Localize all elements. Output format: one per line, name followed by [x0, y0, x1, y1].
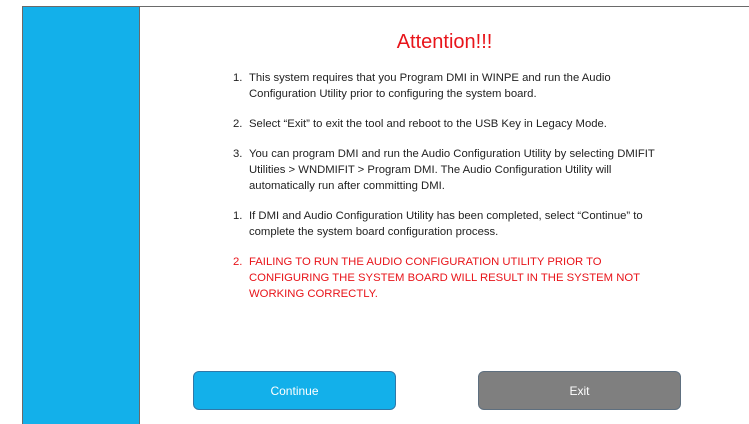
instruction-list: 1. This system requires that you Program…	[233, 70, 673, 316]
instruction-item: 3. You can program DMI and run the Audio…	[233, 146, 673, 194]
instruction-text: You can program DMI and run the Audio Co…	[249, 148, 655, 192]
warning-item: 2. FAILING TO RUN THE AUDIO CONFIGURATIO…	[233, 254, 673, 302]
instruction-item: 2. Select “Exit” to exit the tool and re…	[233, 116, 673, 132]
warning-number: 2.	[233, 256, 243, 268]
exit-button[interactable]: Exit	[478, 371, 681, 410]
warning-text: FAILING TO RUN THE AUDIO CONFIGURATION U…	[249, 256, 640, 300]
sidebar-panel	[23, 7, 140, 424]
instruction-item: 1. This system requires that you Program…	[233, 70, 673, 102]
continue-button[interactable]: Continue	[193, 371, 396, 410]
instruction-item: 1. If DMI and Audio Configuration Utilit…	[233, 208, 673, 240]
instruction-number: 1.	[233, 210, 243, 222]
instruction-number: 1.	[233, 72, 243, 84]
instruction-text: This system requires that you Program DM…	[249, 72, 611, 100]
instruction-text: If DMI and Audio Configuration Utility h…	[249, 210, 643, 238]
page-title: Attention!!!	[396, 31, 493, 53]
instruction-number: 2.	[233, 118, 243, 130]
instruction-number: 3.	[233, 148, 243, 160]
instruction-text: Select “Exit” to exit the tool and reboo…	[249, 118, 607, 130]
